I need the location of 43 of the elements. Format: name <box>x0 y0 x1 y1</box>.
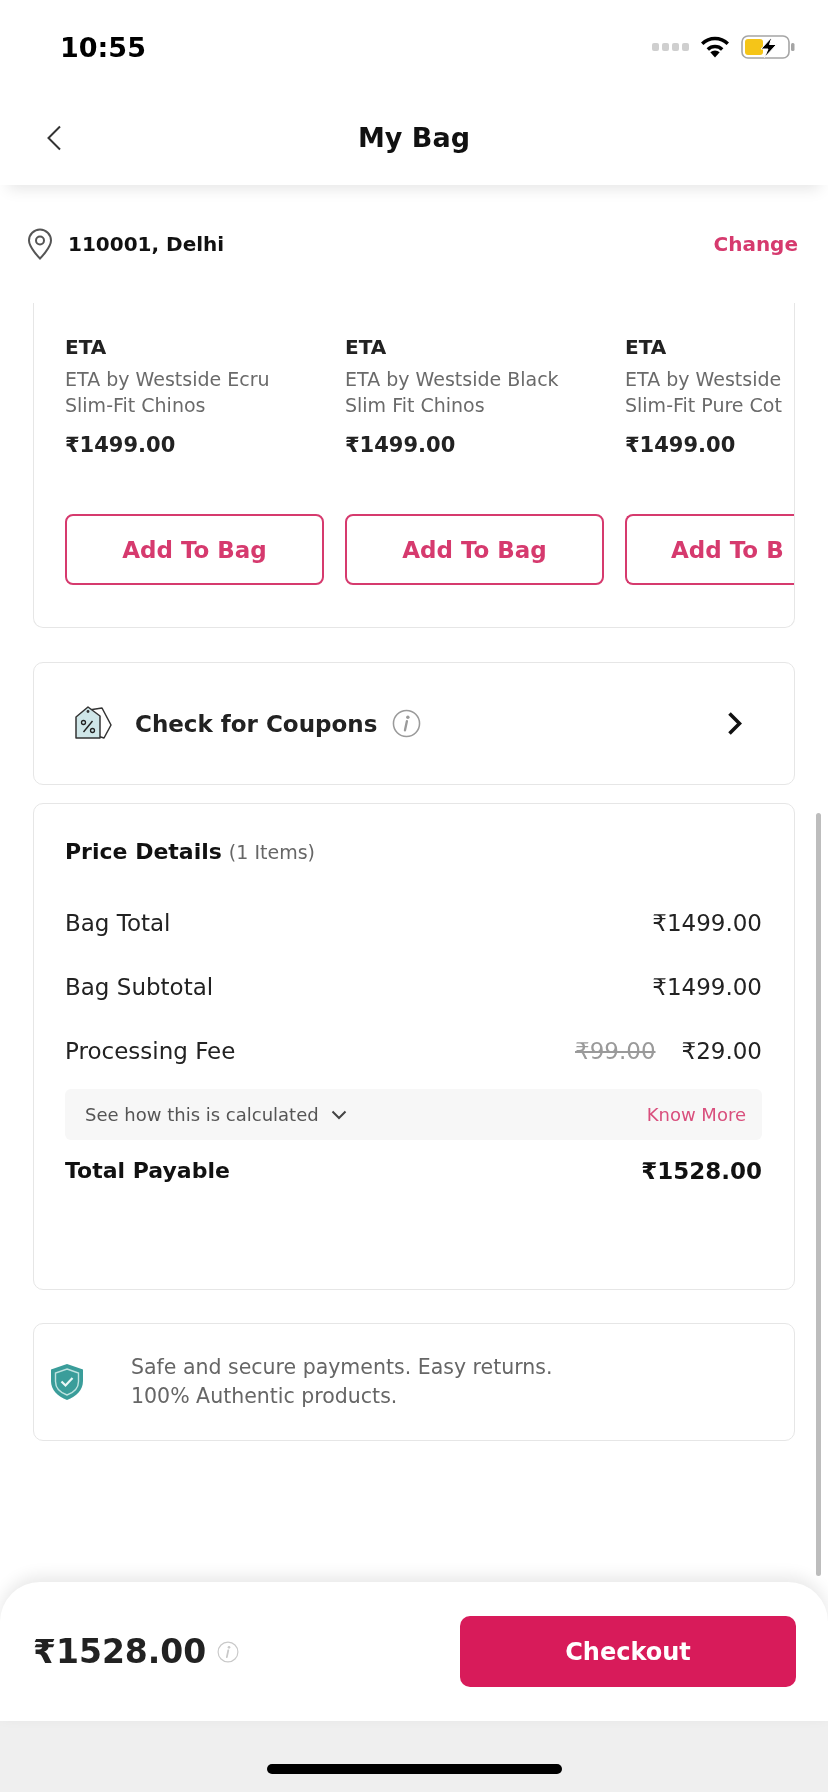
checkout-button[interactable]: Checkout <box>460 1616 796 1687</box>
total-payable-amount: ₹1528.00 <box>641 1157 762 1186</box>
coupons-label: Check for Coupons <box>135 710 378 737</box>
info-icon[interactable] <box>217 1640 240 1663</box>
price-value: ₹1499.00 <box>652 973 762 1002</box>
add-to-bag-button[interactable]: Add To Bag <box>65 514 324 585</box>
know-more-link[interactable]: Know More <box>646 1104 746 1125</box>
price-label: Processing Fee <box>65 1037 236 1066</box>
battery-icon <box>741 35 795 59</box>
product-price: ₹1499.00 <box>345 432 456 458</box>
wifi-icon <box>700 36 730 58</box>
add-to-bag-button[interactable]: Add To B <box>625 514 794 585</box>
trust-note-text: Safe and secure payments. Easy returns. 100% Authentic products. <box>131 1354 554 1410</box>
product-name: ETA by Westside Slim-Fit Pure Cot <box>625 367 783 418</box>
product-name: ETA by Westside Black Slim Fit Chinos <box>345 367 560 418</box>
signal-icon <box>652 43 689 51</box>
back-icon[interactable] <box>46 124 62 151</box>
status-time: 10:55 <box>60 32 146 64</box>
price-value: ₹1499.00 <box>652 909 762 938</box>
price-details-title: Price Details <box>65 838 222 866</box>
bag-total-amount: ₹1528.00 <box>33 1632 207 1671</box>
page-title: My Bag <box>358 120 470 155</box>
product-price: ₹1499.00 <box>65 432 176 458</box>
item-count: (1 Items) <box>228 841 315 863</box>
product-name: ETA by Westside Ecru Slim-Fit Chinos <box>65 367 271 418</box>
product-brand: ETA <box>625 335 667 359</box>
change-link[interactable]: Change <box>713 232 798 256</box>
calculation-toggle[interactable]: See how this is calculated <box>85 1104 347 1125</box>
add-to-bag-button[interactable]: Add To Bag <box>345 514 604 585</box>
product-price: ₹1499.00 <box>625 432 736 458</box>
product-brand: ETA <box>345 335 387 359</box>
total-payable-label: Total Payable <box>65 1157 230 1185</box>
original-price: ₹99.00 <box>575 1037 656 1066</box>
product-brand: ETA <box>65 335 107 359</box>
info-icon[interactable] <box>392 709 422 738</box>
location-pin-icon <box>27 228 53 260</box>
price-label: Bag Subtotal <box>65 973 214 1002</box>
chevron-right-icon <box>727 711 742 736</box>
price-label: Bag Total <box>65 909 171 938</box>
shield-check-icon <box>50 1363 84 1401</box>
price-value: ₹29.00 <box>681 1037 762 1066</box>
coupons-card[interactable]: Check for Coupons <box>33 662 795 785</box>
delivery-address: 110001, Delhi <box>68 232 225 256</box>
